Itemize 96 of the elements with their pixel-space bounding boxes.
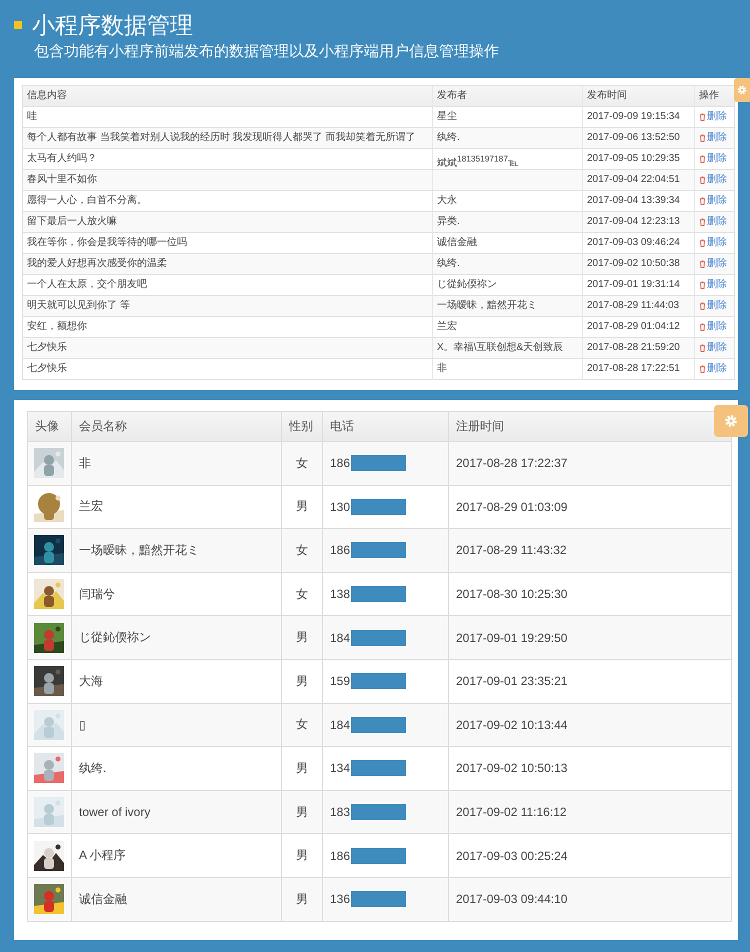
trash-icon [699, 239, 706, 247]
table-cell: 138 [330, 587, 350, 602]
trash-icon [699, 365, 706, 373]
table-cell: tower of ivory [71, 790, 281, 834]
delete-link[interactable]: 删除 [699, 128, 727, 148]
table-cell: 一场暧昧，黯然开花ミ [71, 529, 281, 573]
redaction-bar [351, 498, 406, 515]
settings-icon [736, 84, 748, 96]
table-cell: 女 [281, 442, 322, 486]
table-cell: 一场暧昧，黯然开花ミ [432, 296, 582, 317]
redaction-bar [351, 630, 406, 646]
trash-icon [699, 218, 706, 226]
table-cell: 2017-08-28 17:22:51 [582, 359, 694, 380]
table-cell: 七夕快乐 [23, 359, 432, 380]
redaction-bar [351, 804, 406, 820]
settings-button[interactable] [714, 405, 748, 437]
redaction-bar [351, 455, 406, 472]
delete-link[interactable]: 删除 [699, 233, 727, 253]
redaction-bar [351, 848, 406, 864]
table-cell: ▯ [71, 704, 281, 748]
table-cell: 2017-09-02 10:13:44 [448, 704, 731, 748]
redaction-bar [351, 891, 406, 908]
trash-icon [699, 323, 706, 331]
table-cell: 诚信金融 [71, 878, 281, 922]
redaction-bar [351, 760, 406, 776]
delete-link[interactable]: 删除 [699, 170, 727, 190]
table-cell: X。幸福\互联创想&天创致辰 [432, 338, 582, 359]
delete-link[interactable]: 删除 [699, 149, 727, 169]
table-cell: 明天就可以见到你了 等 [23, 296, 432, 317]
table-cell: 每个人都有故事 当我笑着对别人说我的经历时 我发现听得人都哭了 而我却笑着无所谓了 [23, 128, 432, 149]
settings-button[interactable] [734, 78, 750, 102]
table-cell: 2017-08-28 17:22:37 [448, 442, 731, 486]
settings-icon [723, 413, 739, 429]
delete-link[interactable]: 删除 [699, 338, 727, 358]
page-title: 小程序数据管理 [32, 11, 193, 40]
table-cell: 136 [330, 892, 350, 906]
delete-link[interactable]: 删除 [699, 107, 727, 127]
page-subtitle: 包含功能有小程序前端发布的数据管理以及小程序端用户信息管理操作 [34, 42, 500, 62]
table-cell: 男 [281, 878, 322, 922]
delete-link[interactable]: 删除 [699, 296, 727, 316]
table-cell: 非 [71, 442, 281, 486]
table-cell: 2017-09-04 22:04:51 [582, 170, 694, 191]
table-cell: 186 [330, 456, 350, 470]
table-cell: 2017-08-29 11:44:03 [582, 296, 694, 317]
column-header: 信息内容 [23, 86, 432, 107]
column-header: 发布者 [432, 86, 582, 107]
table-cell: 纨绔. [432, 254, 582, 275]
trash-icon [699, 344, 706, 352]
table-cell: 留下最后一人放火嘛 [23, 212, 432, 233]
trash-icon [699, 113, 706, 121]
table-cell: 女 [281, 704, 322, 748]
delete-link[interactable]: 删除 [699, 359, 727, 379]
table-cell: 2017-09-02 10:50:38 [582, 254, 694, 275]
delete-link[interactable]: 删除 [699, 212, 727, 232]
redaction-bar [351, 542, 406, 558]
trash-icon [699, 302, 706, 310]
redaction-bar [351, 586, 406, 602]
trash-icon [699, 197, 706, 205]
square-bullet-icon [14, 21, 22, 29]
redaction-bar [351, 716, 406, 733]
table-cell: 异类. [432, 212, 582, 233]
table-cell: 186 [330, 543, 350, 558]
table-cell: 159 [330, 674, 350, 688]
delete-link[interactable]: 删除 [699, 317, 727, 337]
table-cell: 男 [281, 616, 322, 660]
delete-link[interactable]: 删除 [699, 191, 727, 211]
table-cell: 2017-08-29 11:43:32 [448, 529, 731, 573]
delete-link[interactable]: 删除 [699, 254, 727, 274]
table-cell: 非 [432, 359, 582, 380]
table-cell: 春风十里不如你 [23, 170, 432, 191]
table-cell: 男 [281, 790, 322, 834]
table-cell: 2017-08-28 21:59:20 [582, 338, 694, 359]
redaction-bar [351, 673, 406, 690]
table-cell: 女 [281, 529, 322, 573]
table-cell: 184 [330, 718, 350, 732]
table-cell: 2017-09-02 11:16:12 [448, 790, 731, 834]
delete-link[interactable]: 删除 [699, 275, 727, 295]
table-cell: 纨绔. [432, 128, 582, 149]
trash-icon [699, 281, 706, 289]
table-cell: 184 [330, 630, 350, 645]
table-cell: 2017-09-03 09:44:10 [448, 878, 731, 922]
trash-icon [699, 176, 706, 184]
table-cell: 134 [330, 761, 350, 776]
table-cell: じ從鈊偄祢ン [71, 616, 281, 660]
table-cell: 2017-09-06 13:52:50 [582, 128, 694, 149]
table-cell: 七夕快乐 [23, 338, 432, 359]
trash-icon [699, 155, 706, 163]
trash-icon [699, 134, 706, 142]
table-cell: 2017-09-04 12:23:13 [582, 212, 694, 233]
table-cell: 130 [330, 500, 350, 514]
table-cell: 186 [330, 848, 350, 863]
table-cell: 183 [330, 805, 350, 820]
table-cell: 2017-09-01 19:29:50 [448, 616, 731, 660]
column-header: 发布时间 [582, 86, 694, 107]
trash-icon [699, 260, 706, 268]
table-cell: 我的爱人好想再次感受你的温柔 [23, 254, 432, 275]
